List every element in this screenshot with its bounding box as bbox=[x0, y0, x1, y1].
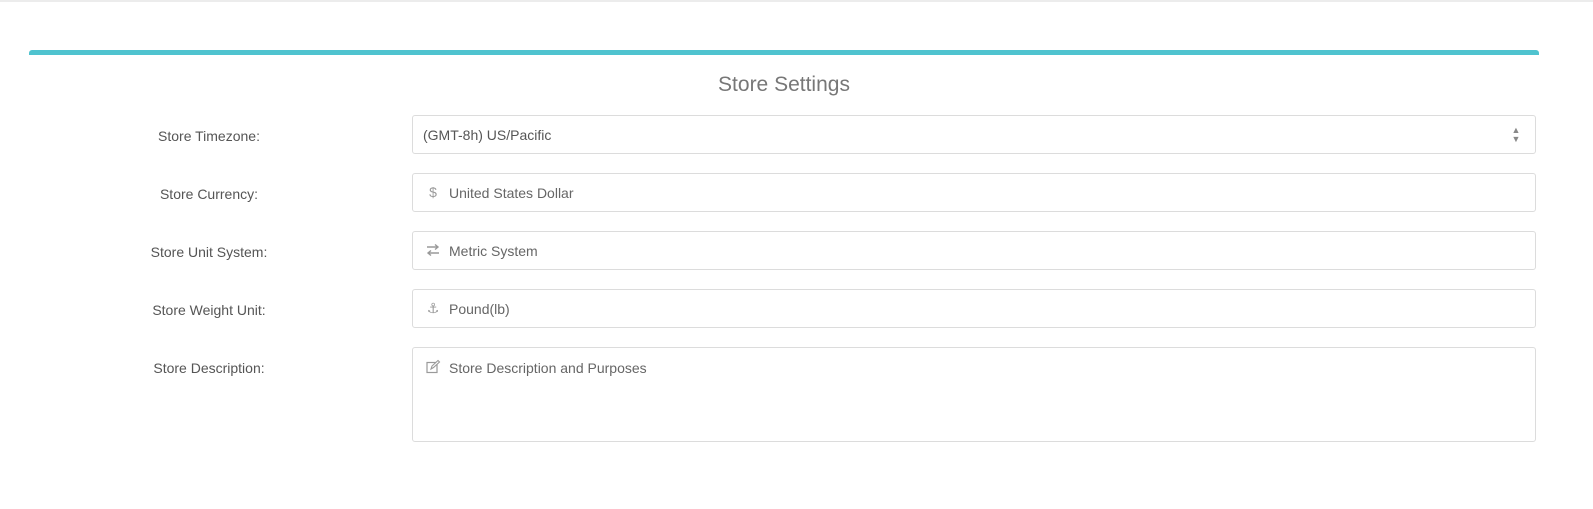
unit-system-value: Metric System bbox=[449, 243, 538, 259]
exchange-arrows-icon bbox=[425, 242, 441, 258]
weight-unit-field[interactable]: ⚓ Pound(lb) bbox=[412, 289, 1536, 328]
timezone-value: (GMT-8h) US/Pacific bbox=[423, 127, 552, 143]
description-row: Store Description: Store Description and… bbox=[29, 347, 1539, 442]
top-border bbox=[0, 0, 1593, 2]
timezone-label: Store Timezone: bbox=[158, 128, 260, 144]
weight-unit-row: Store Weight Unit: ⚓ Pound(lb) bbox=[29, 289, 1539, 331]
timezone-row: Store Timezone: (GMT-8h) US/Pacific ▲ ▼ bbox=[29, 115, 1539, 157]
edit-icon bbox=[425, 359, 441, 375]
store-settings-panel: Store Settings Store Timezone: (GMT-8h) … bbox=[29, 50, 1539, 470]
unit-system-row: Store Unit System: Metric System bbox=[29, 231, 1539, 273]
select-arrows-icon: ▲ ▼ bbox=[1511, 125, 1521, 144]
weight-unit-label: Store Weight Unit: bbox=[152, 302, 266, 318]
timezone-select[interactable]: (GMT-8h) US/Pacific ▲ ▼ bbox=[412, 115, 1536, 154]
panel-accent-bar bbox=[29, 50, 1539, 55]
currency-field[interactable]: $ United States Dollar bbox=[412, 173, 1536, 212]
page-title: Store Settings bbox=[718, 73, 850, 96]
currency-value: United States Dollar bbox=[449, 185, 574, 201]
unit-system-field[interactable]: Metric System bbox=[412, 231, 1536, 270]
description-placeholder: Store Description and Purposes bbox=[449, 360, 647, 376]
unit-system-label: Store Unit System: bbox=[150, 244, 268, 260]
dollar-icon: $ bbox=[429, 184, 437, 200]
anchor-icon: ⚓ bbox=[426, 300, 440, 316]
description-label: Store Description: bbox=[153, 360, 265, 376]
weight-unit-value: Pound(lb) bbox=[449, 301, 510, 317]
currency-row: Store Currency: $ United States Dollar bbox=[29, 173, 1539, 215]
description-textarea[interactable]: Store Description and Purposes bbox=[412, 347, 1536, 442]
currency-label: Store Currency: bbox=[159, 186, 259, 202]
